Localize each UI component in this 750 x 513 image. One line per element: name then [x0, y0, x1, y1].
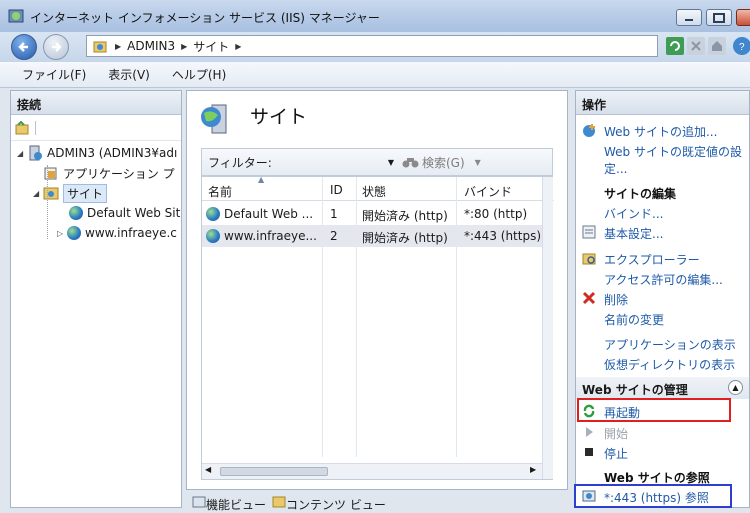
tree-node-app-pools[interactable]: アプリケーション プ [43, 163, 175, 183]
binoculars-icon [402, 158, 419, 168]
site-folder-icon [93, 41, 107, 53]
vertical-scrollbar[interactable] [542, 177, 553, 479]
actions-pane: 操作 Web サイトの追加... Web サイトの既定値の設 定... サイトの… [575, 90, 750, 508]
stop-square-icon [585, 448, 593, 456]
filter-label: フィルター: [208, 155, 272, 170]
globe-icon [206, 207, 220, 221]
maximize-icon [713, 12, 725, 23]
home-icon[interactable] [708, 37, 726, 55]
arrow-left-icon [18, 42, 28, 52]
search-dropdown-icon[interactable]: ▼ [475, 158, 481, 167]
globe-icon [67, 226, 81, 240]
section-manage-site: Web サイトの管理 ▲ [576, 377, 749, 399]
refresh-icon[interactable] [666, 37, 684, 55]
table-header: 名前 ▲ ID 状態 バインド [202, 175, 554, 201]
column-header-id[interactable]: ID [330, 183, 343, 197]
scrollbar-thumb[interactable] [220, 467, 328, 476]
app-pool-icon [44, 167, 57, 180]
action-stop[interactable]: 停止 [604, 445, 628, 462]
table-row[interactable]: Default Web ... 1 開始済み (http) *:80 (http… [202, 203, 542, 225]
scroll-left-icon[interactable]: ◀ [205, 465, 211, 474]
back-button[interactable] [11, 34, 37, 60]
menu-help[interactable]: ヘルプ(H) [172, 66, 226, 83]
breadcrumb-sites[interactable]: サイト [193, 38, 229, 55]
stop-icon[interactable] [687, 37, 705, 55]
add-site-icon [583, 124, 595, 137]
svg-text:?: ? [739, 42, 745, 52]
delete-icon [582, 291, 596, 305]
filter-bar: フィルター: ▼ 検索(G) ▼ [201, 148, 553, 176]
features-view-icon [192, 496, 206, 508]
tree-node-infraeye-site[interactable]: ▷ www.infraeye.c [57, 223, 177, 243]
explorer-icon [582, 253, 596, 265]
sort-ascending-icon: ▲ [258, 175, 265, 184]
menu-bar: ファイル(F) 表示(V) ヘルプ(H) [0, 62, 750, 88]
scroll-right-icon[interactable]: ▶ [530, 465, 536, 474]
tree-node-server[interactable]: ◢ ADMIN3 (ADMIN3¥adı [17, 143, 177, 163]
action-set-defaults[interactable]: Web サイトの既定値の設 [604, 143, 742, 160]
sites-folder-icon [43, 187, 59, 200]
arrow-right-icon [52, 42, 62, 52]
actions-header: 操作 [576, 91, 749, 115]
connections-toolbar [11, 115, 181, 141]
highlight-box-restart [577, 398, 731, 422]
tree-guide-line [47, 165, 48, 239]
action-start[interactable]: 開始 [604, 425, 628, 442]
collapse-section-icon[interactable]: ▲ [728, 380, 743, 395]
iis-app-icon [8, 8, 24, 24]
toolbar-divider [35, 121, 36, 135]
column-header-name[interactable]: 名前 [208, 183, 232, 200]
action-basic-settings[interactable]: 基本設定... [604, 225, 663, 242]
settings-sheet-icon [582, 225, 596, 239]
globe-icon [206, 229, 220, 243]
action-set-defaults-cont[interactable]: 定... [604, 160, 627, 177]
connect-icon[interactable] [15, 121, 29, 135]
column-header-binding[interactable]: バインド [464, 183, 512, 200]
collapse-icon[interactable]: ◢ [17, 149, 27, 158]
minimize-icon [685, 18, 693, 21]
expand-icon[interactable]: ▷ [57, 229, 67, 238]
address-bar[interactable]: ▶ ADMIN3 ▶ サイト ▶ [86, 35, 658, 57]
action-view-applications[interactable]: アプリケーションの表示 [604, 336, 736, 353]
breadcrumb-admin3[interactable]: ADMIN3 [127, 39, 175, 53]
connections-header: 接続 [11, 91, 181, 115]
server-icon [29, 145, 42, 161]
menu-file[interactable]: ファイル(F) [22, 66, 86, 83]
table-row[interactable]: www.infraeye... 2 開始済み (http) *:443 (htt… [202, 225, 542, 247]
content-view-icon [272, 496, 286, 508]
horizontal-scrollbar[interactable]: ◀ ▶ [202, 463, 542, 479]
connections-pane: 接続 ◢ ADMIN3 (ADMIN3¥adı アプリケーション プ ◢ サイト… [10, 90, 182, 508]
maximize-button[interactable] [706, 9, 732, 26]
tree-node-sites[interactable]: ◢ サイト [33, 183, 108, 203]
action-rename[interactable]: 名前の変更 [604, 311, 664, 328]
close-button[interactable] [736, 9, 750, 26]
breadcrumb-separator-icon: ▶ [181, 41, 188, 51]
page-title: サイト [250, 106, 308, 128]
sites-header-icon [200, 103, 234, 140]
section-edit-site: サイトの編集 [604, 187, 677, 201]
menu-view[interactable]: 表示(V) [108, 66, 150, 83]
tree-node-default-site[interactable]: Default Web Sit [69, 203, 180, 223]
action-add-site[interactable]: Web サイトの追加... [604, 123, 717, 140]
help-icon[interactable]: ? [733, 37, 750, 55]
globe-icon [69, 206, 83, 220]
column-header-status[interactable]: 状態 [362, 183, 386, 200]
collapse-icon[interactable]: ◢ [33, 189, 43, 198]
search-button[interactable]: 検索(G) [422, 154, 465, 171]
action-view-virtual-dirs[interactable]: 仮想ディレクトリの表示 [604, 356, 735, 373]
sites-table: 名前 ▲ ID 状態 バインド Default Web ... 1 開始済み (… [201, 175, 554, 480]
highlight-box-browse [574, 484, 732, 508]
action-edit-permissions[interactable]: アクセス許可の編集... [604, 271, 723, 288]
window-title: インターネット インフォメーション サービス (IIS) マネージャー [30, 11, 380, 25]
breadcrumb-separator-icon: ▶ [115, 41, 122, 51]
filter-dropdown-icon[interactable]: ▼ [388, 158, 394, 167]
action-explore[interactable]: エクスプローラー [604, 251, 700, 268]
breadcrumb-separator-icon: ▶ [235, 41, 242, 51]
play-icon [586, 427, 593, 437]
action-bindings[interactable]: バインド... [604, 205, 663, 222]
action-remove[interactable]: 削除 [604, 291, 628, 308]
minimize-button[interactable] [676, 9, 702, 26]
forward-button[interactable] [43, 34, 69, 60]
